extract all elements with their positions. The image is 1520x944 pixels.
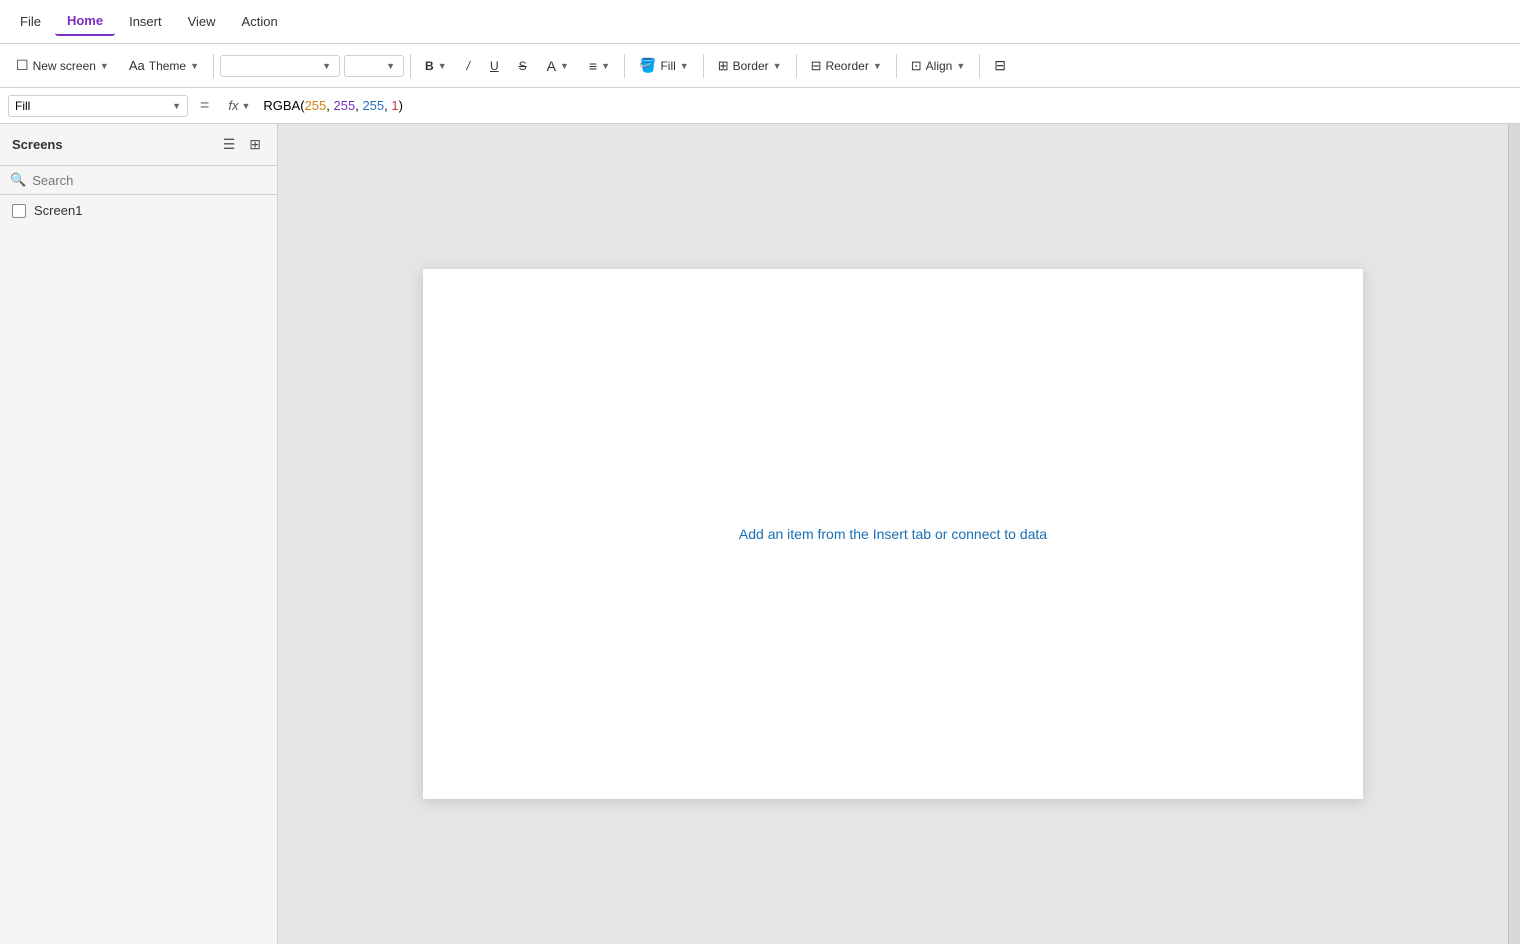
search-input[interactable]	[32, 173, 267, 188]
right-edge-button[interactable]: ⊟	[986, 52, 1014, 79]
underline-label: U	[490, 59, 499, 73]
separator-5	[796, 54, 797, 78]
border-chevron-icon: ▼	[773, 61, 782, 71]
bold-label: B	[425, 59, 434, 73]
menu-file[interactable]: File	[8, 8, 53, 35]
rgba-comma2: ,	[355, 98, 362, 113]
menu-home[interactable]: Home	[55, 7, 115, 36]
rgba-val2: 255	[334, 98, 356, 113]
right-edge-icon: ⊟	[994, 57, 1006, 74]
rgba-suffix: )	[399, 98, 403, 113]
theme-label: Theme	[149, 59, 186, 73]
new-screen-label: New screen	[33, 59, 96, 73]
fill-icon: 🪣	[639, 57, 656, 74]
underline-button[interactable]: U	[482, 54, 507, 78]
separator-6	[896, 54, 897, 78]
rgba-comma3: ,	[384, 98, 391, 113]
theme-icon: Aa	[129, 58, 145, 73]
property-dropdown-chevron: ▼	[172, 101, 181, 111]
rgba-val4: 1	[391, 98, 398, 113]
separator-4	[703, 54, 704, 78]
canvas-hint: Add an item from the Insert tab or conne…	[739, 526, 1047, 542]
italic-button[interactable]: /	[459, 54, 478, 78]
theme-chevron-icon: ▼	[190, 61, 199, 71]
list-view-button[interactable]: ☰	[219, 134, 240, 155]
canvas-area[interactable]: Add an item from the Insert tab or conne…	[278, 124, 1508, 944]
rgba-comma1: ,	[326, 98, 333, 113]
rgba-val3: 255	[362, 98, 384, 113]
fill-button[interactable]: 🪣 Fill ▼	[631, 52, 697, 79]
font-color-icon: A	[547, 58, 556, 74]
grid-view-button[interactable]: ⊞	[245, 134, 265, 155]
sidebar: Screens ☰ ⊞ 🔍 Screen1	[0, 124, 278, 944]
bold-chevron-icon: ▼	[438, 61, 447, 71]
strikethrough-button[interactable]: S	[511, 54, 535, 78]
sidebar-header: Screens ☰ ⊞	[0, 124, 277, 166]
new-screen-button[interactable]: ☐ New screen ▼	[8, 52, 117, 79]
toolbar: ☐ New screen ▼ Aa Theme ▼ ▼ ▼ B ▼ / U S …	[0, 44, 1520, 88]
canvas-hint-insert: Add an item from the Insert tab	[739, 526, 931, 542]
reorder-label: Reorder	[825, 59, 868, 73]
align-button[interactable]: ≡ ▼	[581, 53, 618, 79]
sidebar-search: 🔍	[0, 166, 277, 195]
font-family-chevron-icon: ▼	[322, 61, 331, 71]
strikethrough-label: S	[519, 59, 527, 73]
separator-3	[624, 54, 625, 78]
italic-label: /	[467, 59, 470, 73]
font-color-chevron-icon: ▼	[560, 61, 569, 71]
fx-chevron-icon: ▼	[241, 101, 250, 111]
reorder-icon: ⊟	[811, 58, 822, 74]
reorder-chevron-icon: ▼	[873, 61, 882, 71]
property-dropdown[interactable]: Fill ▼	[8, 95, 188, 117]
new-screen-chevron-icon: ▼	[100, 61, 109, 71]
border-button[interactable]: ⊞ Border ▼	[710, 53, 790, 79]
formula-input-area[interactable]: RGBA(255, 255, 255, 1)	[263, 98, 1512, 113]
bold-button[interactable]: B ▼	[417, 54, 455, 78]
equals-sign: =	[194, 97, 215, 115]
align2-button[interactable]: ⊡ Align ▼	[903, 53, 974, 79]
screen1-checkbox[interactable]	[12, 204, 26, 218]
font-family-dropdown[interactable]: ▼	[220, 55, 340, 77]
theme-button[interactable]: Aa Theme ▼	[121, 53, 207, 78]
search-icon: 🔍	[10, 172, 26, 188]
canvas-hint-or: or	[931, 526, 951, 542]
rgba-val1: 255	[305, 98, 327, 113]
sidebar-header-icons: ☰ ⊞	[219, 134, 265, 155]
canvas-sheet: Add an item from the Insert tab or conne…	[423, 269, 1363, 799]
fill-label: Fill	[660, 59, 675, 73]
screen1-item[interactable]: Screen1	[0, 195, 277, 226]
sidebar-title: Screens	[12, 137, 63, 152]
grid-view-icon: ⊞	[249, 136, 261, 152]
menu-view[interactable]: View	[176, 8, 228, 35]
font-size-dropdown[interactable]: ▼	[344, 55, 404, 77]
reorder-button[interactable]: ⊟ Reorder ▼	[803, 53, 890, 79]
property-value: Fill	[15, 99, 30, 113]
screen1-label: Screen1	[34, 203, 82, 218]
right-ruler	[1508, 124, 1520, 944]
align-icon: ≡	[589, 58, 597, 74]
formula-bar: Fill ▼ = fx ▼ RGBA(255, 255, 255, 1)	[0, 88, 1520, 124]
main-area: Screens ☰ ⊞ 🔍 Screen1 Add an item from t…	[0, 124, 1520, 944]
menu-bar: File Home Insert View Action	[0, 0, 1520, 44]
separator-2	[410, 54, 411, 78]
fx-button[interactable]: fx ▼	[221, 94, 257, 117]
align2-chevron-icon: ▼	[956, 61, 965, 71]
align2-icon: ⊡	[911, 58, 922, 74]
rgba-prefix: RGBA(	[263, 98, 304, 113]
fx-label: fx	[228, 98, 238, 113]
separator-7	[979, 54, 980, 78]
font-color-button[interactable]: A ▼	[539, 53, 577, 79]
menu-action[interactable]: Action	[230, 8, 290, 35]
list-view-icon: ☰	[223, 136, 236, 152]
canvas-hint-connect[interactable]: connect to data	[951, 526, 1047, 542]
menu-insert[interactable]: Insert	[117, 8, 174, 35]
border-label: Border	[733, 59, 769, 73]
align-chevron-icon: ▼	[601, 61, 610, 71]
font-size-chevron-icon: ▼	[386, 61, 395, 71]
border-icon: ⊞	[718, 58, 729, 74]
new-screen-icon: ☐	[16, 57, 29, 74]
align2-label: Align	[926, 59, 953, 73]
fill-chevron-icon: ▼	[680, 61, 689, 71]
separator-1	[213, 54, 214, 78]
